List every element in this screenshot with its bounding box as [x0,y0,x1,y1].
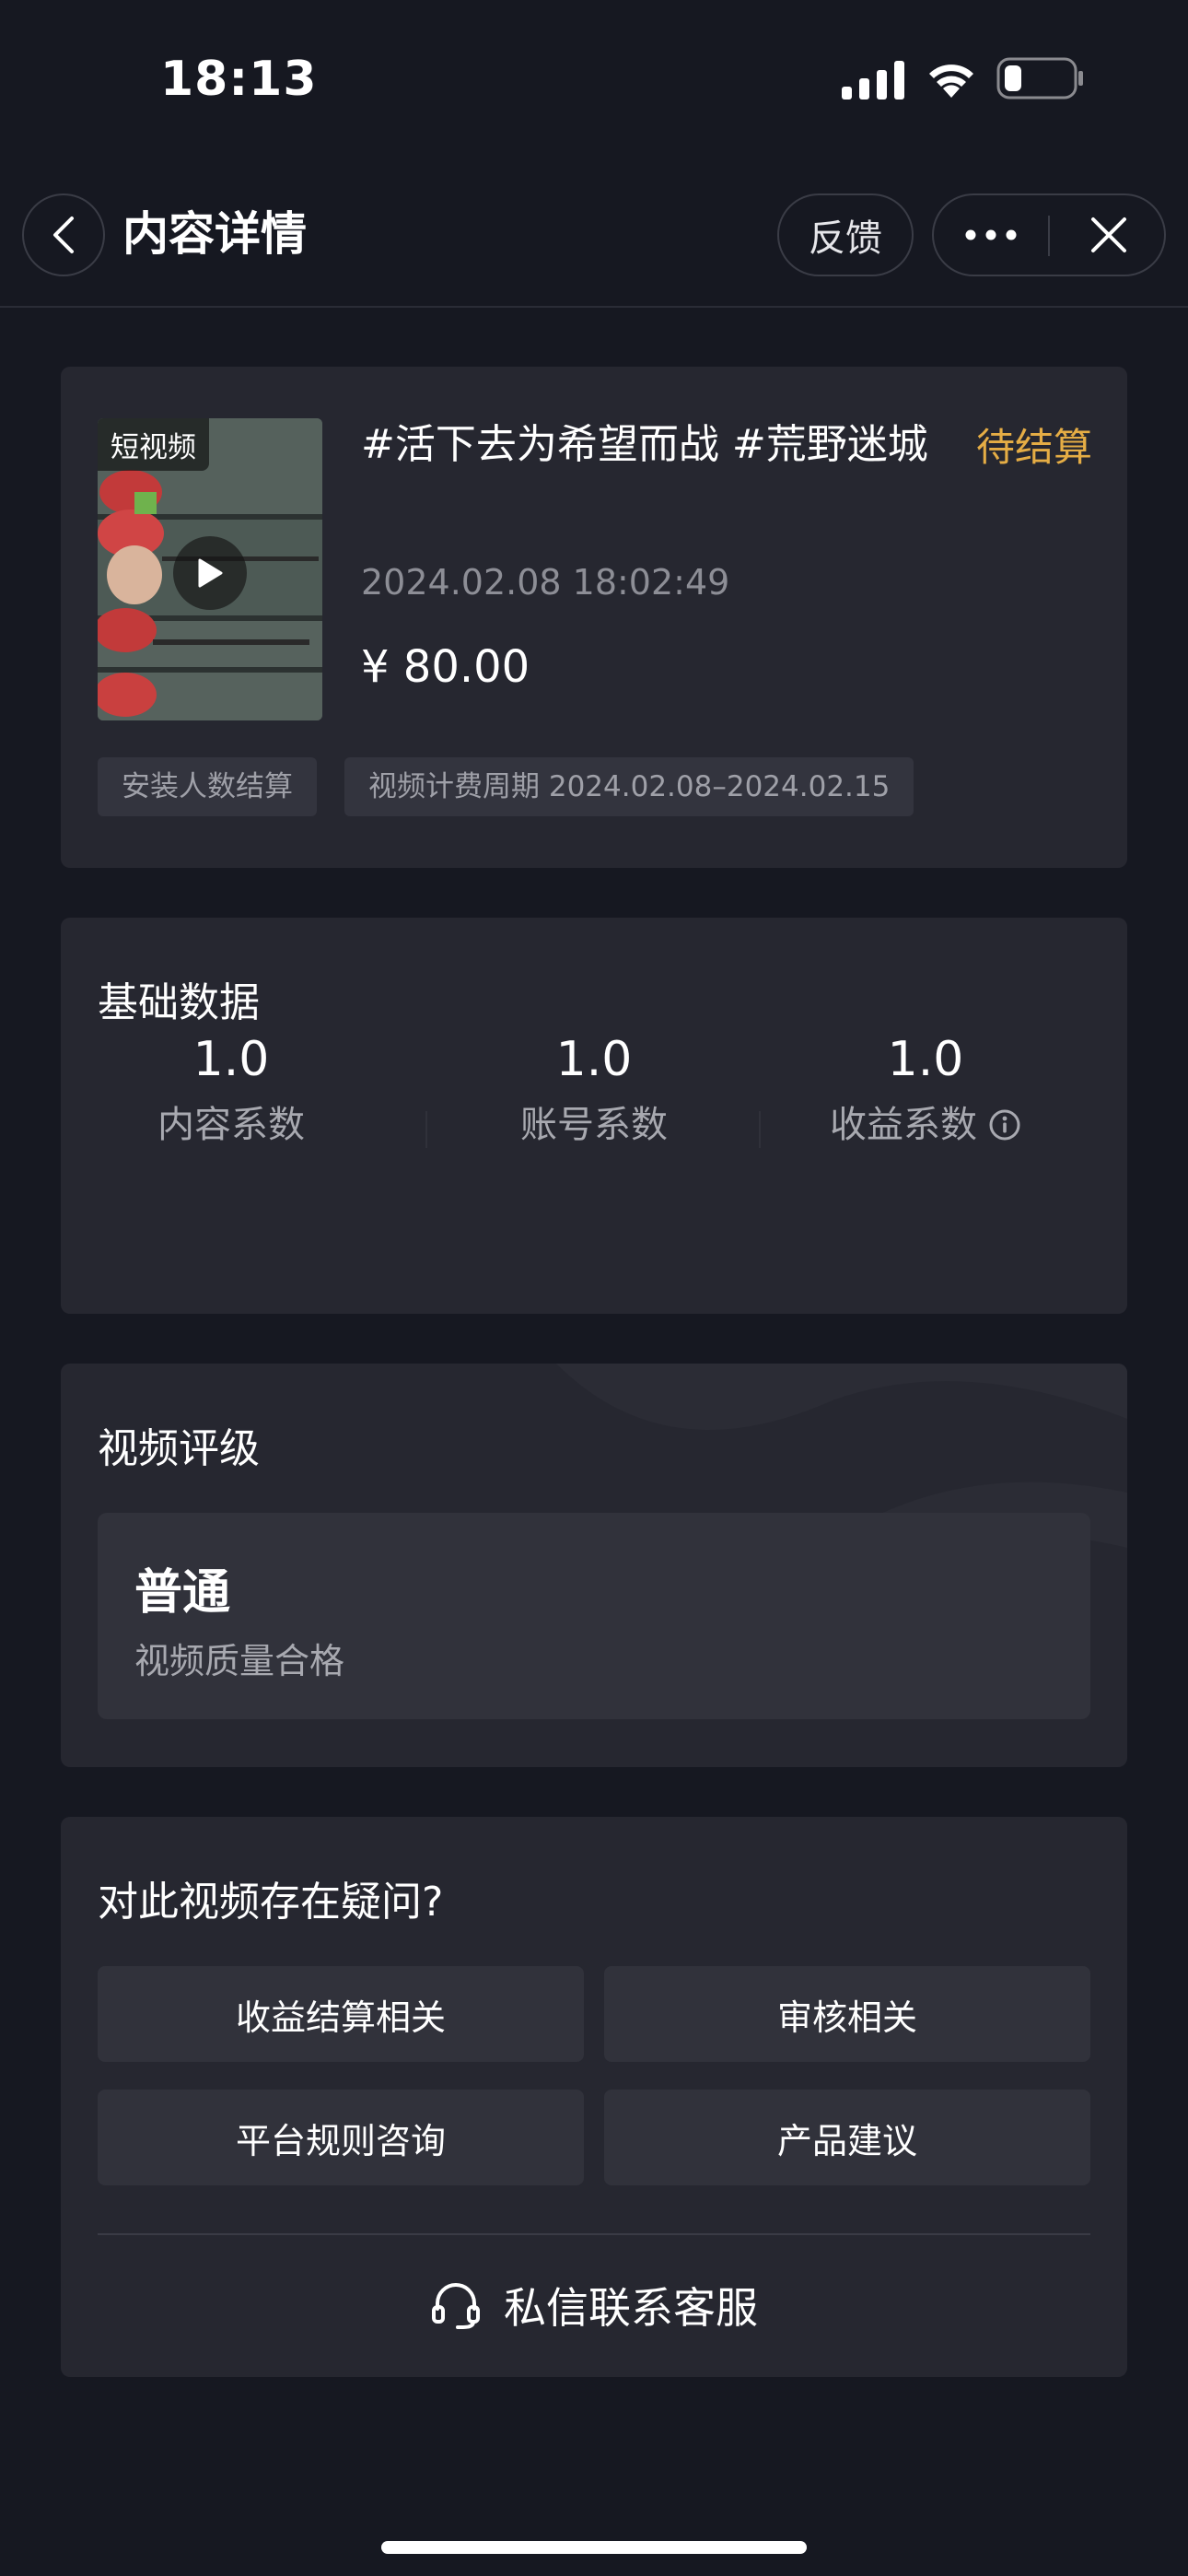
play-button[interactable] [173,536,247,610]
info-icon[interactable] [988,1108,1021,1142]
metric-label-wrap: 内容系数 [65,1098,397,1152]
contact-support-button[interactable]: 私信联系客服 [61,2257,1127,2353]
metric-content-coefficient: 1.0 内容系数 [65,1026,397,1152]
video-rating-title: 视频评级 [98,1425,260,1472]
home-indicator[interactable] [381,2541,807,2554]
revenue-settlement-button[interactable]: 收益结算相关 [98,1966,584,2062]
video-thumbnail[interactable]: 短视频 [98,418,322,720]
play-icon [198,558,223,588]
rating-level: 普通 [134,1565,231,1621]
metric-label: 内容系数 [157,1104,305,1146]
question-title: 对此视频存在疑问? [98,1879,444,1926]
metric-label: 账号系数 [520,1104,668,1146]
basic-data-card: 基础数据 1.0 内容系数 1.0 账号系数 1.0 收益系数 [61,918,1127,1314]
rating-description: 视频质量合格 [134,1641,345,1681]
video-rating-card: 视频评级 普通 视频质量合格 [61,1364,1127,1767]
status-time: 18:13 [160,52,318,107]
metric-label: 收益系数 [830,1104,977,1146]
review-button[interactable]: 审核相关 [604,1966,1090,2062]
video-card[interactable]: 短视频 #活下去为希望而战 #荒野迷城 待结算 2024.02.08 18:02… [61,367,1127,868]
metric-value: 1.0 [555,1032,633,1087]
metrics-row: 1.0 内容系数 1.0 账号系数 1.0 收益系数 [61,1026,1127,1174]
publish-time: 2024.02.08 18:02:49 [361,562,730,603]
feedback-button[interactable]: 反馈 [777,193,914,276]
nav-bar: 内容详情 反馈 [0,181,1188,308]
more-dots-icon [965,229,1017,240]
close-icon [1091,217,1126,252]
mini-program-capsule [932,193,1166,276]
metric-label-wrap: 账号系数 [428,1098,760,1152]
question-card: 对此视频存在疑问? 收益结算相关 审核相关 平台规则咨询 产品建议 私信联系客服 [61,1817,1127,2377]
screen: 18:13 内容详情 反馈 短视频 #活下去为希望而战 #荒野迷城 待结算 20… [0,0,1188,2576]
basic-data-title: 基础数据 [98,979,260,1026]
capsule-divider [1048,216,1050,256]
metric-account-coefficient: 1.0 账号系数 [428,1026,760,1152]
metric-revenue-coefficient: 1.0 收益系数 [760,1026,1091,1152]
rating-result-box: 普通 视频质量合格 [98,1513,1090,1719]
settlement-method-tag: 安装人数结算 [98,757,317,816]
video-title: #活下去为希望而战 #荒野迷城 [361,421,928,468]
back-button[interactable] [22,193,105,276]
platform-rules-button[interactable]: 平台规则咨询 [98,2090,584,2185]
contact-support-label: 私信联系客服 [504,2283,758,2333]
divider [98,2233,1090,2235]
more-button[interactable] [934,195,1048,275]
headset-icon [432,2283,480,2329]
product-suggestion-button[interactable]: 产品建议 [604,2090,1090,2185]
wifi-icon [929,64,973,98]
billing-period-tag: 视频计费周期 2024.02.08–2024.02.15 [344,757,914,816]
metric-divider [425,1111,427,1148]
video-price: ¥ 80.00 [361,641,530,693]
settlement-status: 待结算 [975,425,1092,470]
video-type-tag: 短视频 [98,418,209,471]
battery-icon [996,57,1083,100]
cellular-signal-icon [842,61,904,100]
chevron-left-icon [53,217,74,253]
metric-value: 1.0 [192,1032,270,1087]
status-bar: 18:13 [0,0,1188,157]
page-title: 内容详情 [122,207,307,261]
close-button[interactable] [1054,195,1164,275]
metric-value: 1.0 [887,1032,964,1087]
metric-label-wrap: 收益系数 [760,1098,1091,1152]
